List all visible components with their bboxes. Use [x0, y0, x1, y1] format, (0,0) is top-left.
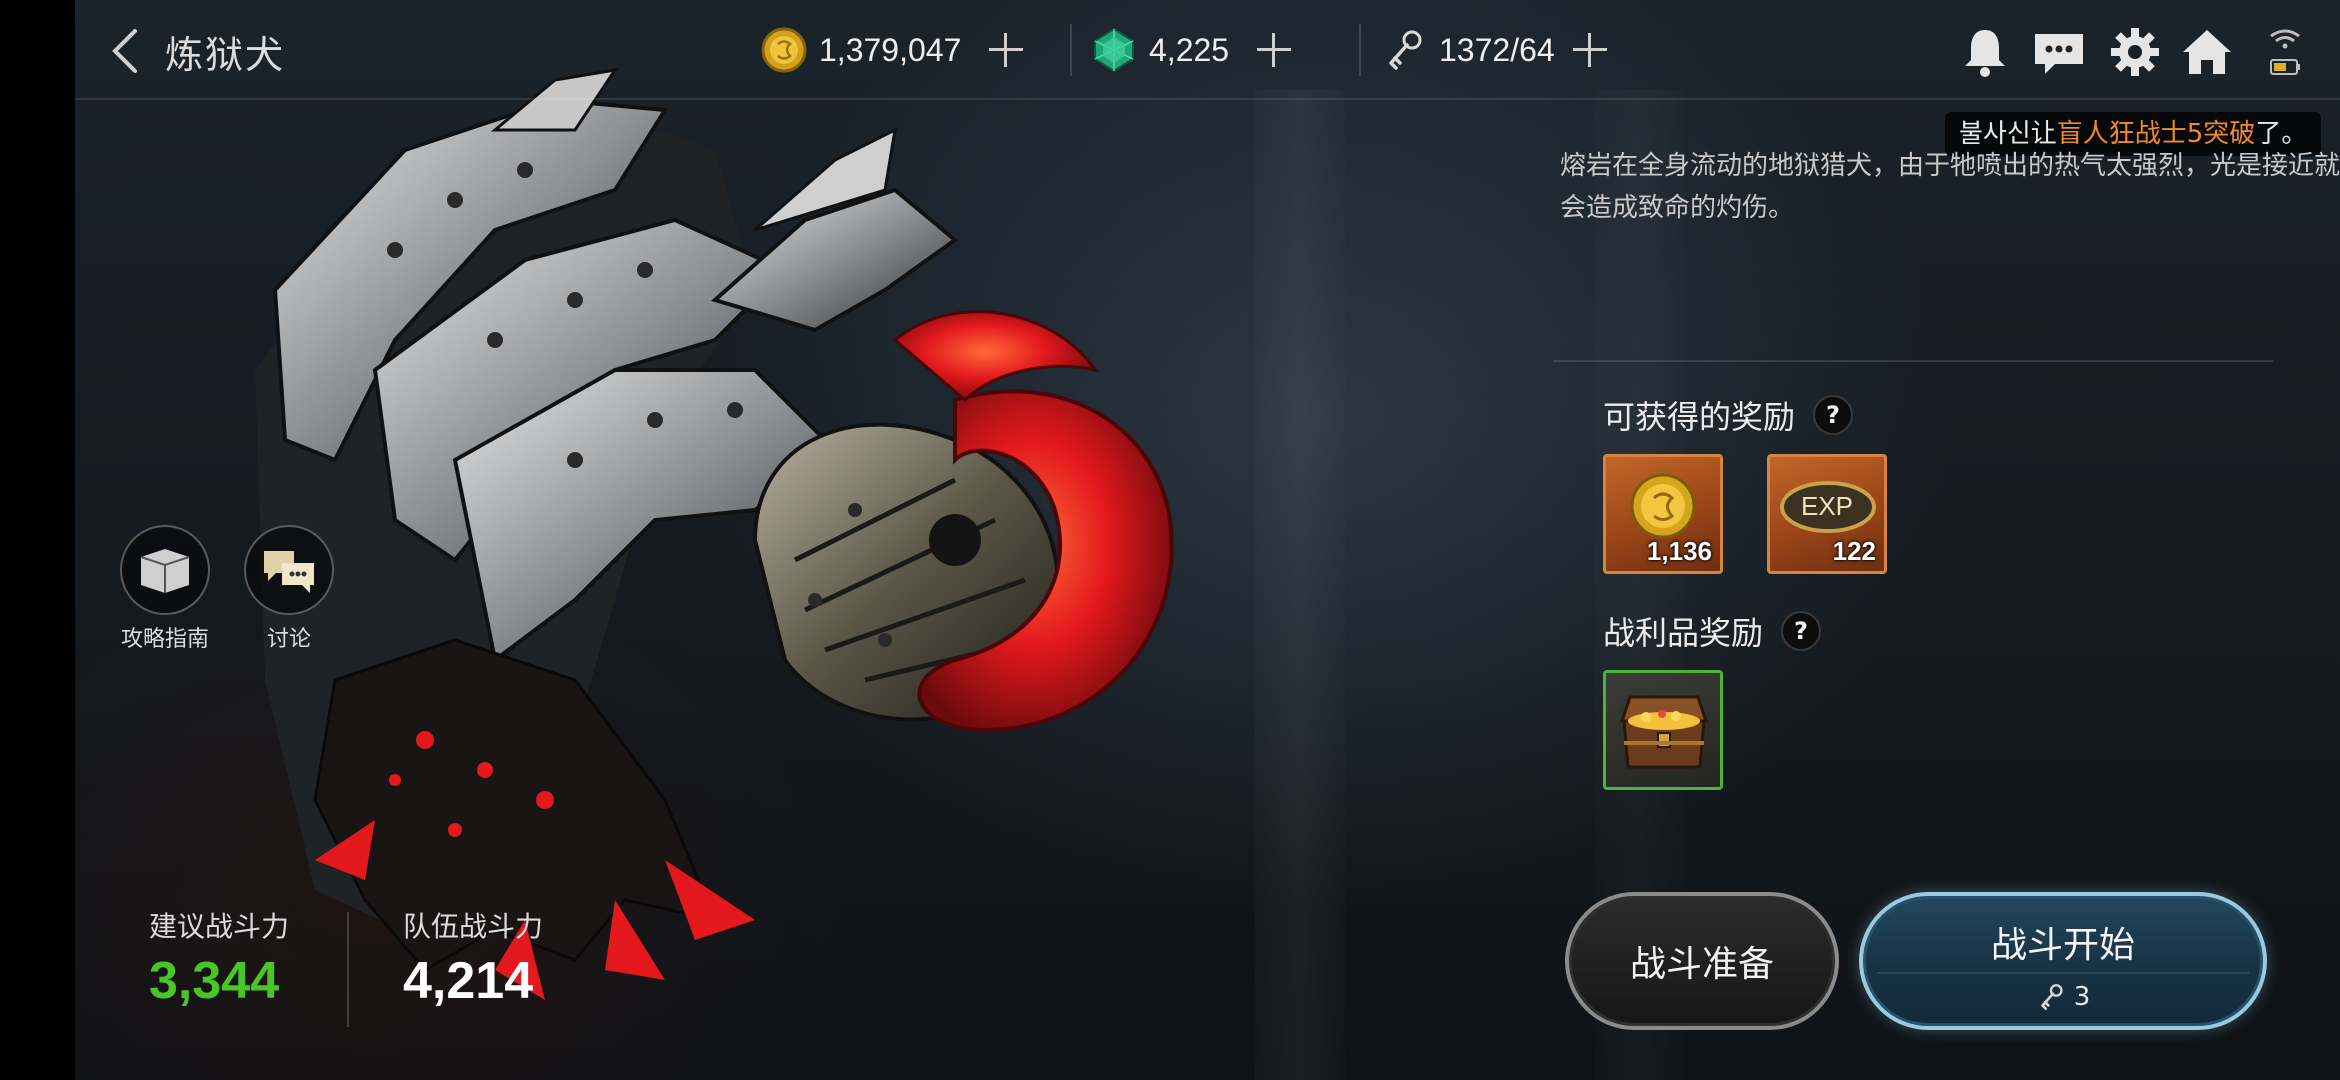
battle-start-cost-divider	[1877, 972, 2249, 974]
exp-label: EXP	[1800, 491, 1854, 521]
gold-coin-icon	[761, 27, 807, 73]
add-stamina-button[interactable]	[1572, 33, 1607, 67]
discussion-button[interactable]: 讨论	[241, 525, 337, 653]
strategy-guide-button[interactable]: 攻略指南	[117, 525, 213, 653]
recommended-power-value: 3,344	[149, 952, 280, 1010]
gem-currency: 4,225	[1091, 24, 1292, 76]
reward-exp[interactable]: EXP 122	[1767, 454, 1887, 574]
section-divider	[1553, 360, 2273, 362]
home-icon[interactable]	[2177, 22, 2237, 82]
treasure-chest-icon	[1619, 695, 1709, 769]
recommended-power: 建议战斗力 3,344	[149, 905, 289, 1011]
rewards-title-text: 可获得的奖励	[1603, 398, 1796, 436]
recommended-power-label: 建议战斗力	[149, 910, 290, 943]
battle-start-label: 战斗开始	[1990, 925, 2135, 966]
battle-prepare-label: 战斗准备	[1629, 944, 1774, 985]
stamina-key-icon	[2040, 984, 2063, 1011]
bell-icon[interactable]	[1955, 22, 2015, 82]
gold-currency: 1,379,047	[761, 24, 1024, 76]
guide-circle	[120, 525, 210, 615]
discussion-label: 讨论	[266, 627, 311, 652]
screen-bezel	[0, 0, 75, 1080]
loot-title-text: 战利品奖励	[1603, 614, 1764, 652]
add-gem-button[interactable]	[1257, 33, 1292, 67]
battle-start-cost-value: 3	[2073, 982, 2091, 1012]
reward-exp-count: 122	[1832, 536, 1876, 566]
gold-amount: 1,379,047	[819, 31, 962, 68]
team-power: 队伍战斗力 4,214	[403, 905, 543, 1011]
discussion-circle	[244, 525, 334, 615]
currency-divider	[1359, 24, 1361, 76]
loot-help-button[interactable]: ?	[1781, 611, 1822, 651]
discussion-bubbles-icon	[264, 551, 314, 593]
gold-coin-icon	[1630, 473, 1696, 539]
stamina-currency: 1372/64	[1381, 24, 1607, 76]
stamina-key-icon	[1389, 30, 1422, 70]
boss-description: 熔岩在全身流动的地狱猎犬，由于牠喷出的热气太强烈，光是接近就会造成致命的灼伤。	[1560, 151, 2340, 223]
rewards-title: 可获得的奖励 ?	[1603, 392, 1854, 438]
gem-amount: 4,225	[1149, 31, 1230, 68]
currency-divider	[1070, 24, 1072, 76]
team-power-label: 队伍战斗力	[403, 910, 544, 943]
battle-start-button[interactable]: 战斗开始 3	[1859, 892, 2267, 1030]
boss-stage-screen: 炼狱犬 1,379,047 4,225 1372/64 불사신让盲人狂战士5突破…	[75, 0, 2340, 1080]
reward-gold-count: 1,136	[1646, 536, 1712, 566]
wifi-battery-icon	[2270, 29, 2300, 75]
book-icon	[140, 549, 190, 593]
battle-prepare-button[interactable]: 战斗准备	[1565, 892, 1839, 1030]
stamina-amount: 1372/64	[1439, 31, 1555, 68]
rewards-help-button[interactable]: ?	[1813, 395, 1854, 435]
gear-icon[interactable]	[2105, 22, 2165, 82]
back-arrow-icon[interactable]	[105, 27, 149, 75]
add-gold-button[interactable]	[989, 33, 1024, 67]
team-power-value: 4,214	[403, 952, 534, 1010]
green-gem-icon	[1094, 27, 1134, 73]
top-bar: 炼狱犬 1,379,047 4,225 1372/64	[75, 0, 2340, 100]
chat-icon[interactable]	[2029, 22, 2089, 82]
reward-gold[interactable]: 1,136	[1603, 454, 1723, 574]
boss-hellhound-artwork	[255, 67, 1174, 1000]
battle-start-cost: 3	[1863, 982, 2263, 1012]
guide-label: 攻略指南	[120, 627, 209, 652]
loot-treasure-chest[interactable]	[1603, 670, 1723, 790]
power-divider	[347, 912, 349, 1027]
page-title: 炼狱犬	[165, 33, 286, 77]
loot-title: 战利品奖励 ?	[1603, 608, 1822, 654]
